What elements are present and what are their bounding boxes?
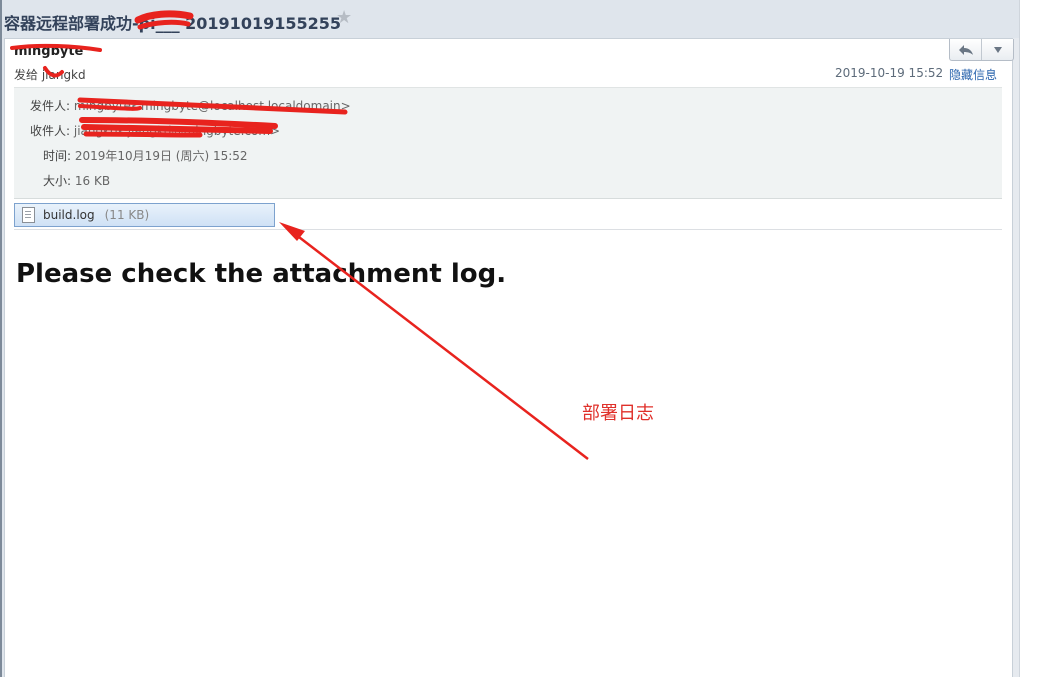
attachment-name: build.log: [43, 208, 95, 222]
to-row: 收件人: jiangkd<jiangkd@mingbyte.com>: [30, 122, 280, 139]
message-actions: [949, 39, 1014, 61]
scroll-gutter: [1012, 38, 1019, 677]
message-date: 2019-10-19 15:52: [835, 66, 944, 80]
file-icon: [22, 207, 35, 223]
hide-details-link[interactable]: 隐藏信息: [949, 66, 997, 83]
annotation-label: 部署日志: [582, 403, 654, 424]
mail-card: mingbyte 发给 jiangkd 2019-10-19 15:52 隐藏信…: [4, 38, 1014, 677]
star-icon[interactable]: ★: [336, 9, 354, 27]
size-label: 大小:: [43, 174, 72, 188]
attachment-size: (11 KB): [104, 208, 150, 222]
more-actions-button[interactable]: [982, 39, 1013, 60]
size-row: 大小: 16 KB: [43, 172, 110, 189]
window-left-border: [0, 0, 2, 677]
subject-bar: 容器远程部署成功-pi___ 20191019155255 ★: [2, 0, 1019, 38]
size-value: 16 KB: [74, 174, 111, 188]
recipient-summary: 发给 jiangkd: [14, 68, 86, 82]
message-details-panel: 发件人: mingbyte<mingbyte@localhost.localdo…: [14, 87, 1002, 199]
time-row: 时间: 2019年10月19日 (周六) 15:52: [43, 147, 248, 164]
time-value: 2019年10月19日 (周六) 15:52: [74, 149, 248, 163]
time-label: 时间:: [43, 149, 72, 163]
reply-button[interactable]: [950, 39, 982, 60]
reply-arrow-icon: [958, 44, 973, 55]
attachment-item[interactable]: build.log (11 KB): [14, 203, 275, 227]
sender-name[interactable]: mingbyte: [14, 44, 83, 59]
body-separator: [14, 229, 1002, 230]
from-label: 发件人:: [30, 99, 71, 113]
right-scrollbar[interactable]: [1019, 0, 1039, 677]
to-label: 收件人:: [30, 124, 71, 138]
mail-window: 容器远程部署成功-pi___ 20191019155255 ★ mingbyte…: [0, 0, 1039, 677]
from-address[interactable]: mingbyte<mingbyte@localhost.localdomain>: [74, 99, 351, 113]
to-address[interactable]: jiangkd<jiangkd@mingbyte.com>: [74, 124, 280, 138]
email-subject: 容器远程部署成功-pi___ 20191019155255: [4, 14, 342, 33]
from-row: 发件人: mingbyte<mingbyte@localhost.localdo…: [30, 97, 351, 114]
email-body-text: Please check the attachment log.: [16, 259, 507, 289]
dropdown-triangle-icon: [993, 46, 1002, 53]
